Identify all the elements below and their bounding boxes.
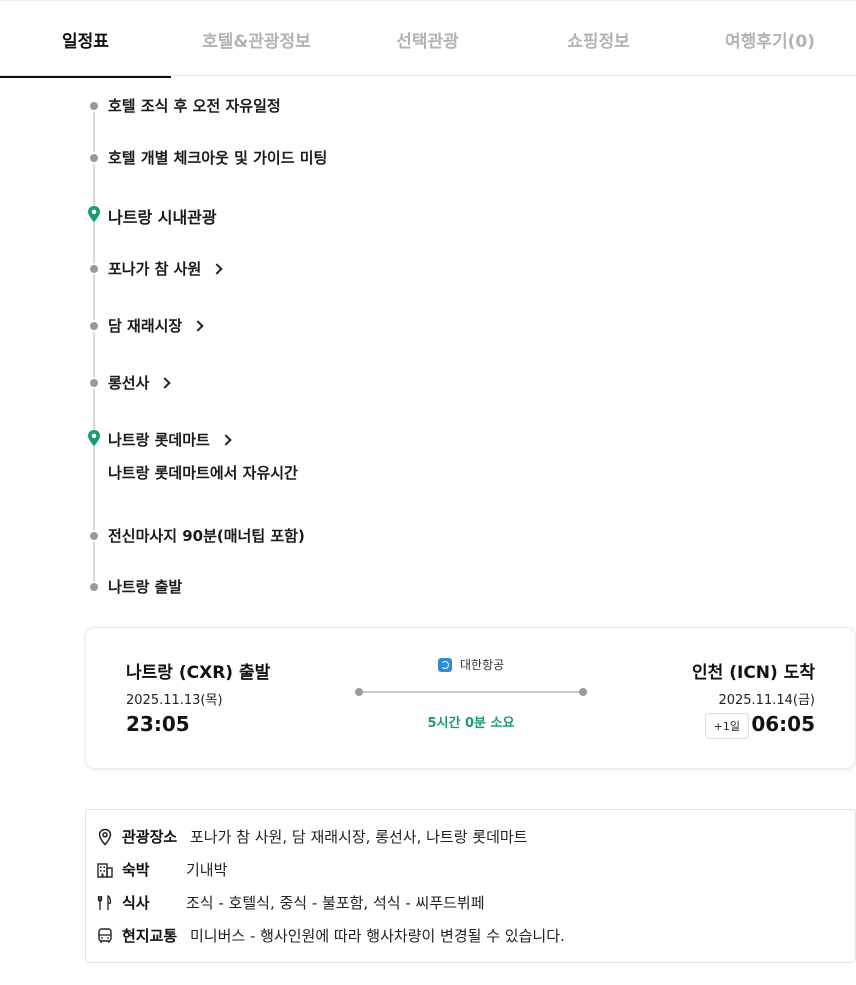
- info-label: 현지교통: [122, 927, 178, 945]
- timeline-item-description: 나트랑 롯데마트에서 자유시간: [108, 464, 298, 482]
- chevron-right-icon: [192, 319, 204, 332]
- timeline-item-longson-link[interactable]: 롱선사: [108, 372, 172, 393]
- airline-logo-icon: [438, 657, 452, 672]
- day-offset-badge: +1일: [704, 713, 749, 739]
- timeline-item-ponagar-link[interactable]: 포나가 참 사원: [108, 258, 223, 279]
- arrival-time: 06:05: [751, 712, 815, 736]
- chevron-right-icon: [159, 376, 172, 389]
- info-value: 조식 - 호텔식, 중식 - 불포함, 석식 - 씨푸드뷔페: [186, 894, 485, 912]
- timeline-dot: [88, 581, 100, 593]
- info-label: 식사: [122, 894, 150, 912]
- tab-itinerary[interactable]: 일정표: [0, 1, 171, 78]
- info-row-sightseeing: 관광장소 포나가 참 사원, 담 재래시장, 롱선사, 나트랑 롯데마트: [96, 826, 527, 847]
- info-value: 기내박: [186, 861, 228, 879]
- info-label: 관광장소: [122, 828, 178, 846]
- timeline-item: 호텔 개별 체크아웃 및 가이드 미팅: [108, 149, 328, 167]
- map-pin-icon: [88, 430, 100, 446]
- chevron-right-icon: [211, 262, 223, 275]
- map-pin-icon: [96, 828, 114, 846]
- airline: 대한항공: [438, 656, 504, 673]
- flight-route-line: [355, 688, 587, 696]
- timeline-item-lottemart-link[interactable]: 나트랑 롯데마트: [108, 429, 232, 450]
- route-start-dot: [355, 688, 363, 696]
- info-row-lodging: 숙박 기내박: [96, 859, 227, 880]
- timeline-line: [93, 104, 95, 586]
- departure-time: 23:05: [126, 712, 190, 736]
- tab-hotel-sightseeing[interactable]: 호텔&관광정보: [171, 1, 342, 77]
- tab-shopping-info[interactable]: 쇼핑정보: [513, 1, 684, 77]
- timeline-item: 나트랑 출발: [108, 578, 183, 596]
- fork-knife-icon: [96, 894, 114, 912]
- chevron-right-icon: [220, 433, 232, 446]
- timeline-dot: [88, 100, 100, 112]
- tab-bar: 일정표 호텔&관광정보 선택관광 쇼핑정보 여행후기(0): [0, 0, 856, 78]
- timeline-dot: [88, 320, 100, 332]
- flight-card: 나트랑 (CXR) 출발 2025.11.13(목) 23:05 대한항공 5시…: [85, 627, 856, 769]
- timeline-item-dam-market-link[interactable]: 담 재래시장: [108, 315, 204, 336]
- airline-name: 대한항공: [460, 658, 505, 672]
- route-end-dot: [579, 688, 587, 696]
- arrival-date: 2025.11.14(금): [718, 693, 815, 708]
- arrival-title: 인천 (ICN) 도착: [692, 663, 815, 683]
- timeline-item-nhatrang-city-tour: 나트랑 시내관광: [108, 208, 217, 227]
- info-value: 미니버스 - 행사인원에 따라 행사차량이 변경될 수 있습니다.: [190, 927, 565, 945]
- tab-reviews[interactable]: 여행후기(0): [684, 1, 856, 77]
- timeline-dot: [88, 530, 100, 542]
- timeline-dot: [88, 152, 100, 164]
- building-icon: [96, 861, 114, 879]
- info-value: 포나가 참 사원, 담 재래시장, 롱선사, 나트랑 롯데마트: [190, 828, 528, 846]
- info-row-transport: 현지교통 미니버스 - 행사인원에 따라 행사차량이 변경될 수 있습니다.: [96, 925, 565, 946]
- tab-optional-tours[interactable]: 선택관광: [342, 1, 513, 77]
- info-label: 숙박: [122, 861, 150, 879]
- info-row-meals: 식사 조식 - 호텔식, 중식 - 불포함, 석식 - 씨푸드뷔페: [96, 892, 485, 913]
- bus-icon: [96, 927, 114, 945]
- map-pin-icon: [88, 206, 100, 222]
- timeline-dot: [88, 377, 100, 389]
- timeline-dot: [88, 263, 100, 275]
- departure-date: 2025.11.13(목): [126, 693, 223, 708]
- day-summary-box: 관광장소 포나가 참 사원, 담 재래시장, 롱선사, 나트랑 롯데마트 숙박 …: [85, 809, 856, 963]
- timeline-item: 호텔 조식 후 오전 자유일정: [108, 97, 281, 115]
- flight-duration: 5시간 0분 소요: [427, 716, 515, 731]
- timeline-item: 전신마사지 90분(매너팁 포함): [108, 527, 305, 545]
- departure-title: 나트랑 (CXR) 출발: [126, 663, 271, 683]
